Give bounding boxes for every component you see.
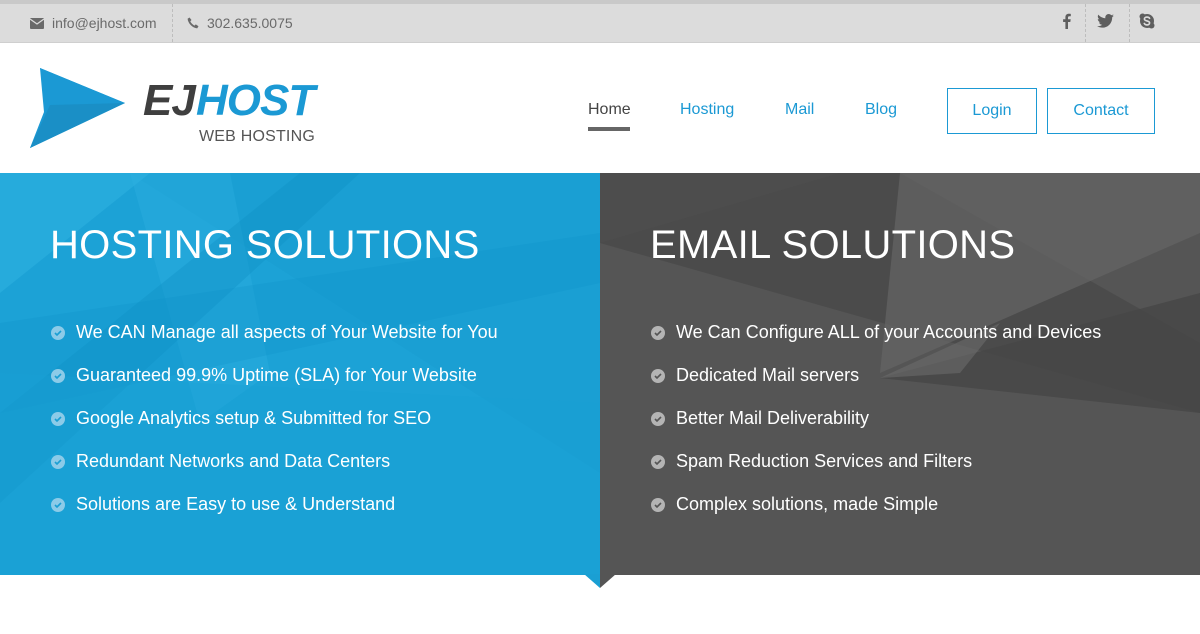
contact-button[interactable]: Contact: [1047, 88, 1155, 134]
list-item-text: Solutions are Easy to use & Understand: [76, 494, 396, 514]
check-circle-icon: [51, 497, 65, 512]
check-circle-icon: [51, 325, 65, 340]
list-item-text: We CAN Manage all aspects of Your Websit…: [76, 322, 498, 342]
list-item-text: Google Analytics setup & Submitted for S…: [76, 408, 432, 428]
divider: [172, 4, 173, 42]
check-circle-icon: [51, 368, 65, 383]
twitter-icon: [1096, 13, 1114, 33]
check-circle-icon: [651, 497, 665, 512]
check-circle-icon: [651, 368, 665, 383]
list-item: Better Mail Deliverability: [650, 397, 1101, 440]
list-item: Google Analytics setup & Submitted for S…: [50, 397, 498, 440]
list-item: Spam Reduction Services and Filters: [650, 440, 1101, 483]
list-item: We Can Configure ALL of your Accounts an…: [650, 311, 1101, 354]
logo-text-ej: EJ: [143, 76, 196, 125]
email-features-list: We Can Configure ALL of your Accounts an…: [650, 311, 1101, 526]
list-item-text: We Can Configure ALL of your Accounts an…: [676, 322, 1102, 342]
check-circle-icon: [651, 454, 665, 469]
nav-active-indicator: [588, 127, 630, 131]
check-circle-icon: [651, 325, 665, 340]
list-item-text: Redundant Networks and Data Centers: [76, 451, 391, 471]
email-link[interactable]: info@ejhost.com: [30, 4, 156, 42]
list-item: Dedicated Mail servers: [650, 354, 1101, 397]
check-circle-icon: [51, 454, 65, 469]
twitter-link[interactable]: [1086, 4, 1124, 42]
list-item-text: Dedicated Mail servers: [676, 365, 860, 385]
list-item: Solutions are Easy to use & Understand: [50, 483, 498, 526]
logo-text-host: HOST: [196, 76, 315, 125]
list-item-text: Better Mail Deliverability: [676, 408, 870, 428]
logo-arrow-icon: [30, 68, 126, 153]
list-item-text: Complex solutions, made Simple: [676, 494, 939, 514]
nav-hosting[interactable]: Hosting: [680, 101, 734, 119]
envelope-icon: [30, 17, 44, 29]
phone-icon: [187, 17, 199, 29]
logo-tagline: WEB HOSTING: [199, 128, 315, 145]
check-circle-icon: [51, 411, 65, 426]
hosting-solutions-panel: HOSTING SOLUTIONS We CAN Manage all aspe…: [0, 173, 600, 575]
section-pointer-notch: [584, 574, 616, 588]
list-item: We CAN Manage all aspects of Your Websit…: [50, 311, 498, 354]
email-title: EMAIL SOLUTIONS: [650, 223, 1016, 267]
phone-text: 302.635.0075: [207, 15, 293, 31]
list-item: Complex solutions, made Simple: [650, 483, 1101, 526]
top-bar: info@ejhost.com 302.635.0075: [0, 0, 1200, 43]
hosting-title: HOSTING SOLUTIONS: [50, 223, 480, 267]
email-text: info@ejhost.com: [52, 15, 157, 31]
facebook-link[interactable]: [1047, 4, 1085, 42]
skype-icon: [1139, 13, 1155, 34]
list-item: Guaranteed 99.9% Uptime (SLA) for Your W…: [50, 354, 498, 397]
phone-link[interactable]: 302.635.0075: [187, 4, 293, 42]
hosting-features-list: We CAN Manage all aspects of Your Websit…: [50, 311, 498, 526]
login-button[interactable]: Login: [947, 88, 1037, 134]
list-item-text: Guaranteed 99.9% Uptime (SLA) for Your W…: [76, 365, 477, 385]
email-solutions-panel: EMAIL SOLUTIONS We Can Configure ALL of …: [600, 173, 1200, 575]
list-item: Redundant Networks and Data Centers: [50, 440, 498, 483]
skype-link[interactable]: [1128, 4, 1166, 42]
facebook-icon: [1062, 13, 1071, 34]
nav-blog[interactable]: Blog: [865, 101, 897, 119]
nav-home[interactable]: Home: [588, 101, 631, 119]
check-circle-icon: [651, 411, 665, 426]
nav-mail[interactable]: Mail: [785, 101, 814, 119]
list-item-text: Spam Reduction Services and Filters: [676, 451, 973, 471]
